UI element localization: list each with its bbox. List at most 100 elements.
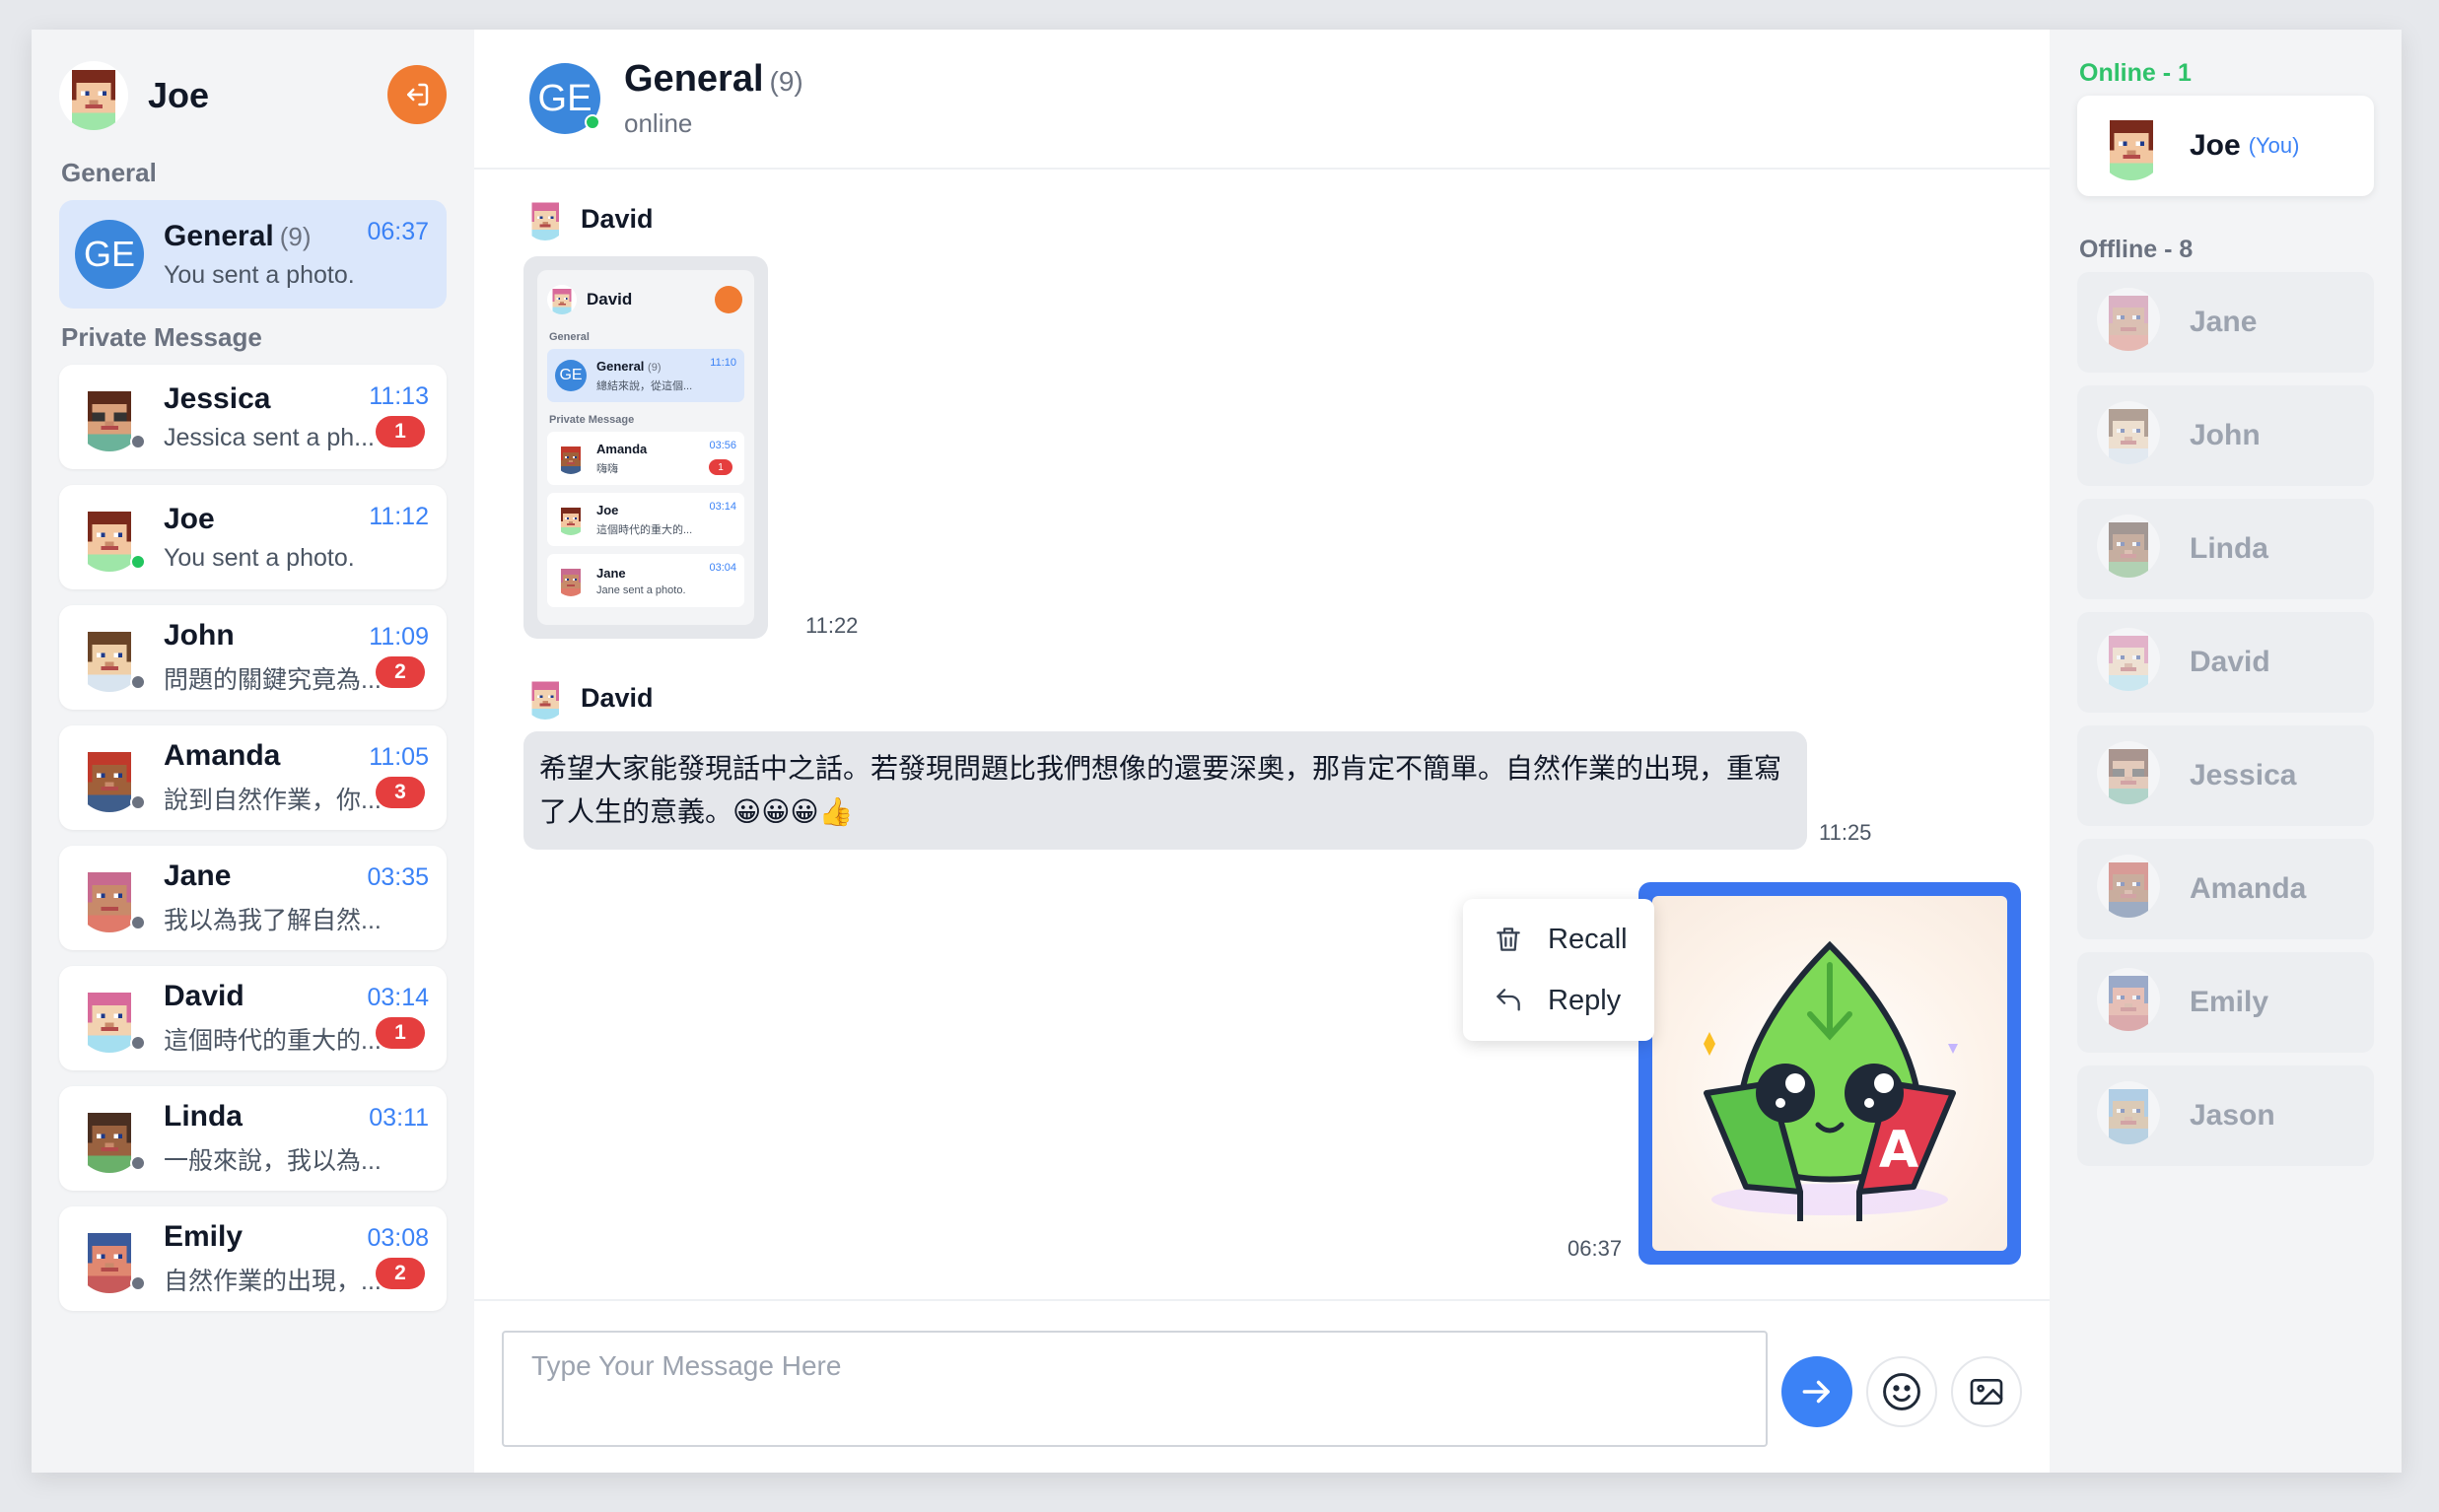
member-name: Joe (2190, 129, 2241, 162)
conversation-david[interactable]: David 這個時代的重大的... 03:14 1 (59, 966, 447, 1070)
conversation-general[interactable]: GE General (9) You sent a photo. 06:37 (59, 200, 447, 309)
screenshot-image: David General GE General (9) 總結來說，從這個...… (537, 270, 754, 625)
conversation-avatar (75, 623, 146, 692)
unread-badge: 1 (376, 416, 425, 447)
mini-user-name: David (587, 290, 633, 309)
member-name: Jason (2190, 1099, 2275, 1132)
online-members-label: Online - 1 (2079, 59, 2192, 87)
conversation-avatar (75, 1224, 146, 1293)
online-indicator (585, 114, 600, 130)
mini-dm-list: Amanda 嗨嗨 03:56 1 Joe 這個時代的重大的... 03:14 (547, 432, 744, 607)
conversation-time: 03:08 (367, 1224, 429, 1252)
mini-section-label: Private Message (549, 414, 635, 426)
unread-badge: 2 (376, 1258, 425, 1289)
message-time: 11:25 (1819, 820, 1872, 845)
mini-dm-preview: Jane sent a photo. (596, 584, 686, 596)
member-joe[interactable]: Joe (You) (2077, 96, 2374, 196)
mascot-sticker-image: A (1704, 940, 1958, 1221)
unread-badge: 2 (376, 656, 425, 688)
status-indicator (130, 1035, 146, 1051)
chat-header: GE General (9) online (474, 30, 2050, 170)
member-david[interactable]: David (2077, 612, 2374, 713)
message-sender: David (523, 197, 654, 241)
pixel-avatar-image (2097, 855, 2160, 918)
chat-group-avatar: GE (529, 63, 600, 134)
private-message-list: Jessica Jessica sent a ph... 11:13 1 Joe… (59, 365, 447, 1311)
mini-group-card: GE General (9) 總結來說，從這個... 11:10 (547, 349, 744, 402)
image-message-bubble[interactable]: David General GE General (9) 總結來說，從這個...… (523, 256, 768, 639)
conversation-time: 03:14 (367, 984, 429, 1011)
recall-menu-item[interactable]: Recall (1463, 909, 1654, 970)
member-linda[interactable]: Linda (2077, 499, 2374, 599)
mini-dm-preview: 嗨嗨 (596, 462, 618, 475)
conversation-jessica[interactable]: Jessica Jessica sent a ph... 11:13 1 (59, 365, 447, 469)
mini-title: General (596, 358, 645, 374)
pixel-avatar-image (2097, 111, 2166, 180)
mini-preview: 總結來說，從這個... (596, 379, 693, 392)
last-message-preview: 說到自然作業，你... (164, 787, 382, 814)
conversation-linda[interactable]: Linda 一般來說，我以為... 03:11 (59, 1086, 447, 1191)
message-time: 06:37 (1568, 1236, 1623, 1261)
member-name: Linda (2190, 532, 2268, 565)
mini-dm-time: 03:14 (709, 501, 736, 513)
member-name: Emily (2190, 986, 2269, 1018)
member-amanda[interactable]: Amanda (2077, 839, 2374, 939)
conversation-amanda[interactable]: Amanda 說到自然作業，你... 11:05 3 (59, 725, 447, 830)
member-john[interactable]: John (2077, 385, 2374, 486)
chat-panel: GE General (9) online David David Genera… (474, 30, 2050, 1473)
emoji-button[interactable] (1866, 1356, 1937, 1427)
conversation-john[interactable]: John 問題的關鍵究竟為... 11:09 2 (59, 605, 447, 710)
members-panel: Online - 1 Joe (You) Offline - 8 Jane Jo… (2050, 30, 2402, 1473)
message-time: 11:22 (805, 613, 859, 638)
text-message-bubble[interactable]: 希望大家能發現話中之話。若發現問題比我們想像的還要深奧，那肯定不簡單。自然作業的… (523, 731, 1807, 850)
member-jason[interactable]: Jason (2077, 1065, 2374, 1166)
chat-title: General (624, 58, 764, 100)
image-upload-button[interactable] (1951, 1356, 2022, 1427)
member-name: Jane (2190, 306, 2258, 338)
you-label: (You) (2248, 133, 2300, 158)
status-indicator (130, 434, 146, 449)
status-indicator (130, 915, 146, 930)
conversation-time: 11:12 (369, 503, 429, 530)
conversation-avatar (75, 743, 146, 812)
member-jessica[interactable]: Jessica (2077, 725, 2374, 826)
conversation-jane[interactable]: Jane 我以為我了解自然... 03:35 (59, 846, 447, 950)
message-composer (474, 1299, 2050, 1473)
chat-app: Joe General GE General (9) You sent a pho… (32, 30, 2402, 1473)
mini-dm-preview: 這個時代的重大的... (596, 523, 693, 536)
unread-badge: 1 (376, 1017, 425, 1049)
conversation-joe[interactable]: Joe You sent a photo. 11:12 (59, 485, 447, 589)
member-jane[interactable]: Jane (2077, 272, 2374, 373)
pixel-avatar-image (2097, 1081, 2160, 1144)
logout-button[interactable] (387, 65, 447, 124)
send-button[interactable] (1781, 1356, 1852, 1427)
pixel-avatar-image (2097, 401, 2160, 464)
pixel-avatar-image (523, 676, 567, 720)
message-input[interactable] (502, 1331, 1768, 1447)
chat-member-count: (9) (769, 66, 803, 97)
member-avatar (2097, 401, 2166, 470)
svg-text:A: A (1879, 1121, 1918, 1180)
conversation-time: 03:35 (367, 863, 429, 891)
mini-logout-icon (715, 286, 742, 313)
logout-icon (407, 83, 429, 106)
mini-dm-time: 03:04 (709, 562, 736, 574)
reply-menu-item[interactable]: Reply (1463, 970, 1654, 1031)
conversation-time: 11:05 (369, 743, 429, 771)
mini-dm-name: Joe (596, 502, 619, 517)
last-message-preview: You sent a photo. (164, 260, 355, 289)
conversation-avatar (75, 863, 146, 932)
conversation-title: General (164, 219, 274, 252)
conversation-emily[interactable]: Emily 自然作業的出現，... 03:08 2 (59, 1206, 447, 1311)
member-avatar (2097, 111, 2166, 180)
status-indicator (130, 1275, 146, 1291)
last-message-preview: You sent a photo. (164, 543, 355, 572)
conversation-time: 11:09 (369, 623, 429, 651)
member-emily[interactable]: Emily (2077, 952, 2374, 1053)
status-indicator (130, 1155, 146, 1171)
last-message-preview: 一般來說，我以為... (164, 1147, 382, 1175)
arrow-right-icon (1802, 1380, 1830, 1404)
own-image-message[interactable]: A (1638, 882, 2021, 1265)
mini-unread-badge: 1 (709, 459, 732, 475)
message-sender: David (523, 676, 654, 720)
